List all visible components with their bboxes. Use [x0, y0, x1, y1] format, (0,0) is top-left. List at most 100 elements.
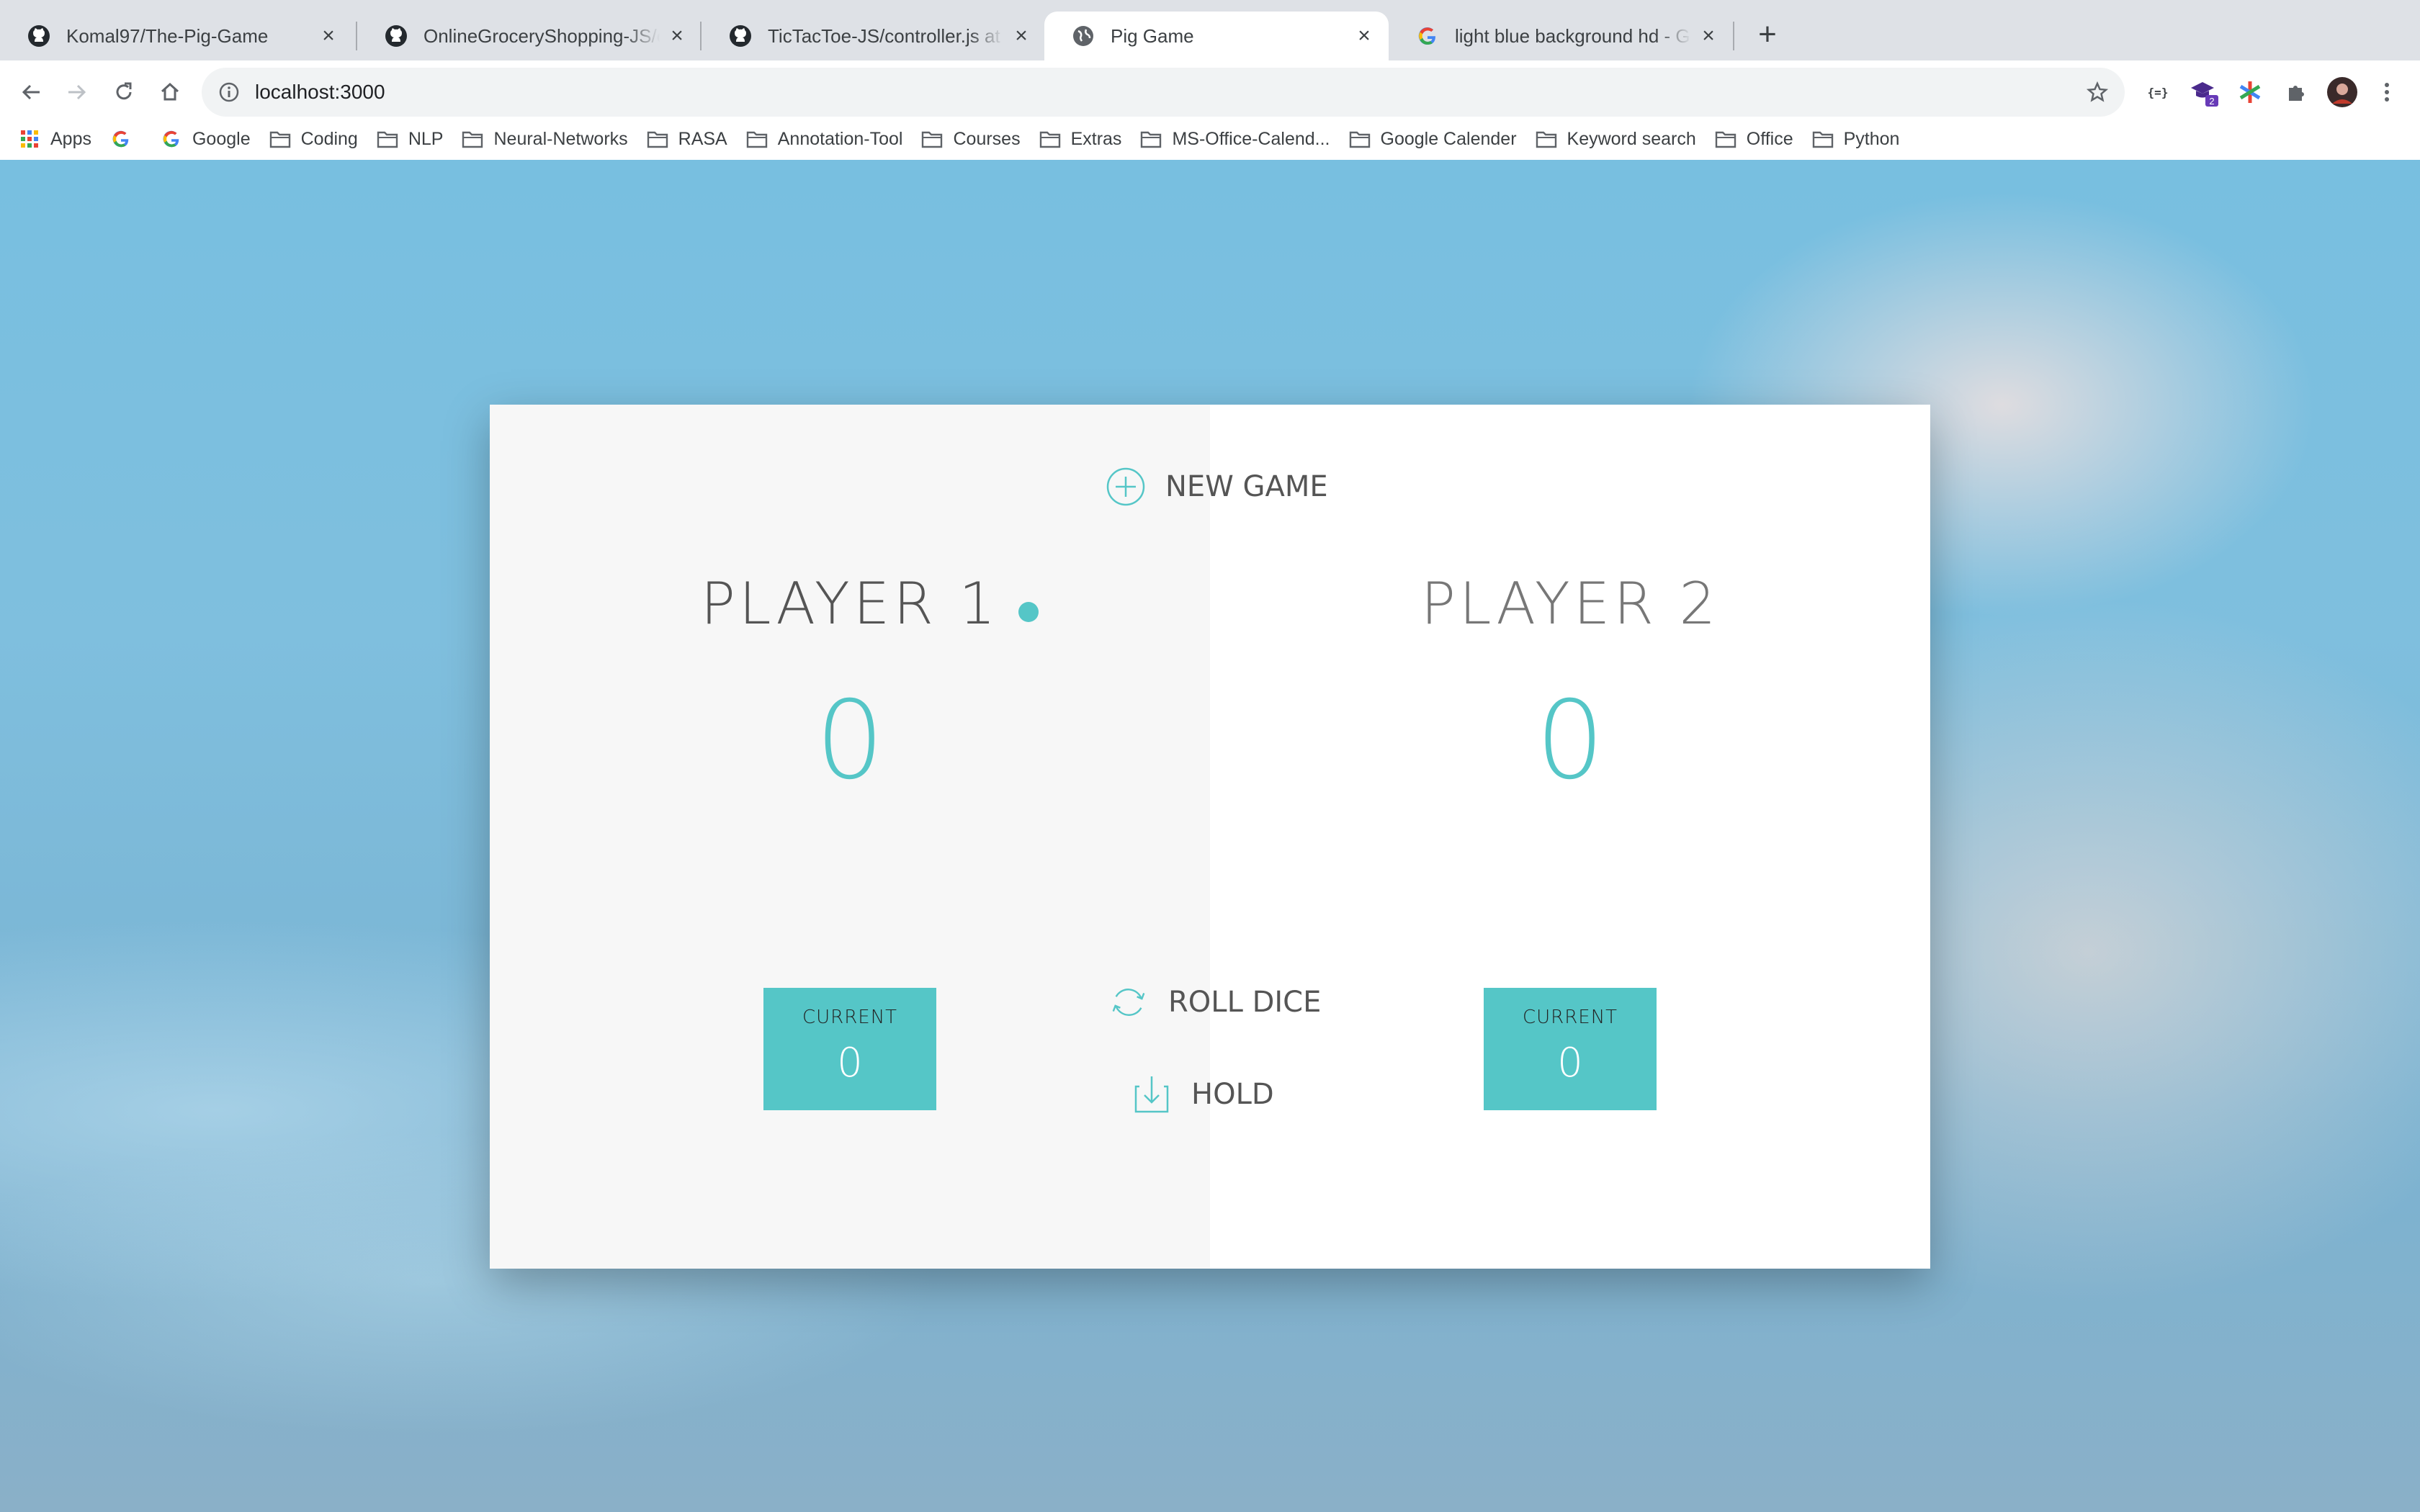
back-button[interactable]: [14, 75, 49, 109]
folder-icon: [1140, 128, 1162, 150]
bookmark-apps[interactable]: Apps: [19, 128, 91, 150]
folder-icon: [647, 128, 668, 150]
bookmark-folder-python[interactable]: Python: [1812, 128, 1900, 150]
bookmark-label: MS-Office-Calend...: [1172, 128, 1330, 149]
home-icon: [161, 82, 179, 101]
bookmark-label: Annotation-Tool: [777, 128, 903, 149]
asterisk-icon: [2239, 81, 2261, 103]
hold-button[interactable]: HOLD: [1126, 1073, 1278, 1116]
bookmark-label: Courses: [953, 128, 1021, 149]
bookmark-folder-google-calender[interactable]: Google Calender: [1349, 128, 1517, 150]
address-bar[interactable]: localhost:3000: [202, 68, 2125, 117]
new-tab-button[interactable]: +: [1752, 17, 1783, 52]
asterisk-extension[interactable]: [2233, 75, 2267, 109]
close-icon[interactable]: ×: [1354, 24, 1374, 48]
tab-title: TicTacToe-JS/controller.js at m: [768, 24, 1004, 47]
player-1-current-box: CURRENT 0: [763, 988, 936, 1110]
bookmark-folder-annotation-tool[interactable]: Annotation-Tool: [746, 128, 903, 150]
new-game-label: NEW GAME: [1165, 470, 1328, 503]
bookmark-folder-office[interactable]: Office: [1715, 128, 1793, 150]
google-icon: [110, 128, 132, 150]
globe-icon: [1072, 24, 1095, 48]
game-board: PLAYER 1 0 CURRENT 0 PLAYER 2 0 CURRENT …: [490, 405, 1930, 1269]
close-icon[interactable]: ×: [318, 24, 339, 48]
back-arrow-icon: [22, 84, 40, 100]
current-label: CURRENT: [802, 1007, 898, 1028]
home-button[interactable]: [153, 75, 187, 109]
folder-icon: [1039, 128, 1061, 150]
google-icon: [1416, 24, 1439, 48]
tab-pig-game[interactable]: Pig Game ×: [1044, 12, 1389, 60]
bookmark-label: Python: [1843, 128, 1900, 149]
bookmark-label: Keyword search: [1567, 128, 1696, 149]
tab-pig-game-repo[interactable]: Komal97/The-Pig-Game ×: [0, 12, 353, 60]
bookmark-folder-keyword-search[interactable]: Keyword search: [1536, 128, 1696, 150]
plus-circle-icon: [1105, 466, 1147, 508]
tab-separator: [1733, 22, 1734, 50]
forward-arrow-icon: [68, 84, 86, 100]
bookmark-label: Google: [192, 128, 251, 149]
apps-grid-icon: [19, 128, 40, 150]
tab-title: Pig Game: [1111, 24, 1194, 47]
close-icon[interactable]: ×: [667, 24, 687, 48]
hold-label: HOLD: [1191, 1078, 1274, 1111]
bookmark-label: Coding: [300, 128, 358, 149]
folder-icon: [269, 128, 291, 150]
bookmark-label: RASA: [678, 128, 727, 149]
forward-button[interactable]: [59, 75, 94, 109]
player-1-name: PLAYER 1: [700, 570, 1000, 637]
google-icon: [161, 128, 182, 150]
menu-button[interactable]: [2370, 75, 2404, 109]
active-player-indicator: [1018, 602, 1039, 622]
page-background: PLAYER 1 0 CURRENT 0 PLAYER 2 0 CURRENT …: [0, 160, 2420, 1512]
refresh-icon: [1108, 981, 1150, 1023]
github-icon: [27, 24, 50, 48]
player-1-panel: PLAYER 1 0 CURRENT 0: [490, 405, 1210, 1269]
profile-avatar[interactable]: [2325, 75, 2360, 109]
bookmark-google-shortcut[interactable]: [110, 128, 142, 150]
puzzle-icon: [2289, 86, 2304, 101]
bookmark-folder-courses[interactable]: Courses: [921, 128, 1021, 150]
braces-icon: {=}: [2148, 86, 2169, 99]
url-text: localhost:3000: [255, 81, 385, 103]
current-label: CURRENT: [1522, 1007, 1618, 1028]
bookmark-star-icon[interactable]: [2086, 81, 2109, 104]
folder-icon: [1349, 128, 1371, 150]
bookmark-folder-coding[interactable]: Coding: [269, 128, 358, 150]
bookmark-label: Office: [1746, 128, 1793, 149]
bookmark-folder-ms-office-calendar[interactable]: MS-Office-Calend...: [1140, 128, 1330, 150]
folder-icon: [921, 128, 943, 150]
folder-icon: [1536, 128, 1557, 150]
folder-icon: [1715, 128, 1736, 150]
bookmark-folder-rasa[interactable]: RASA: [647, 128, 727, 150]
kebab-menu-icon: [2385, 83, 2389, 102]
info-icon[interactable]: [218, 81, 241, 104]
player-2-score: 0: [1536, 678, 1605, 804]
bookmark-google[interactable]: Google: [161, 128, 251, 150]
tab-grocery-shopping[interactable]: OnlineGroceryShopping-JS/co ×: [357, 12, 702, 60]
bookmark-label: Apps: [50, 128, 91, 149]
bookmark-folder-nlp[interactable]: NLP: [377, 128, 444, 150]
player-2-panel: PLAYER 2 0 CURRENT 0: [1210, 405, 1930, 1269]
graduation-extension[interactable]: 2: [2187, 75, 2221, 109]
json-viewer-extension[interactable]: {=}: [2141, 75, 2175, 109]
bookmark-label: Extras: [1070, 128, 1122, 149]
bookmark-folder-neural-networks[interactable]: Neural-Networks: [462, 128, 628, 150]
bookmark-folder-extras[interactable]: Extras: [1039, 128, 1122, 150]
reload-button[interactable]: [107, 75, 141, 109]
tab-google-search[interactable]: light blue background hd - Goo ×: [1389, 12, 1733, 60]
avatar: [2327, 77, 2357, 107]
new-game-button[interactable]: NEW GAME: [1101, 465, 1332, 508]
bookmark-label: Neural-Networks: [493, 128, 628, 149]
bookmark-label: NLP: [408, 128, 444, 149]
roll-dice-label: ROLL DICE: [1168, 986, 1322, 1019]
graduation-cap-icon: 2: [2191, 82, 2218, 107]
roll-dice-button[interactable]: ROLL DICE: [1103, 981, 1325, 1024]
tab-tictactoe[interactable]: TicTacToe-JS/controller.js at m ×: [702, 12, 1046, 60]
tab-title: OnlineGroceryShopping-JS/co: [424, 24, 660, 47]
tab-title: Komal97/The-Pig-Game: [66, 24, 269, 47]
player-2-current-score: 0: [1557, 1040, 1583, 1086]
close-icon[interactable]: ×: [1011, 24, 1031, 48]
extensions-button[interactable]: [2279, 75, 2313, 109]
close-icon[interactable]: ×: [1698, 24, 1718, 48]
